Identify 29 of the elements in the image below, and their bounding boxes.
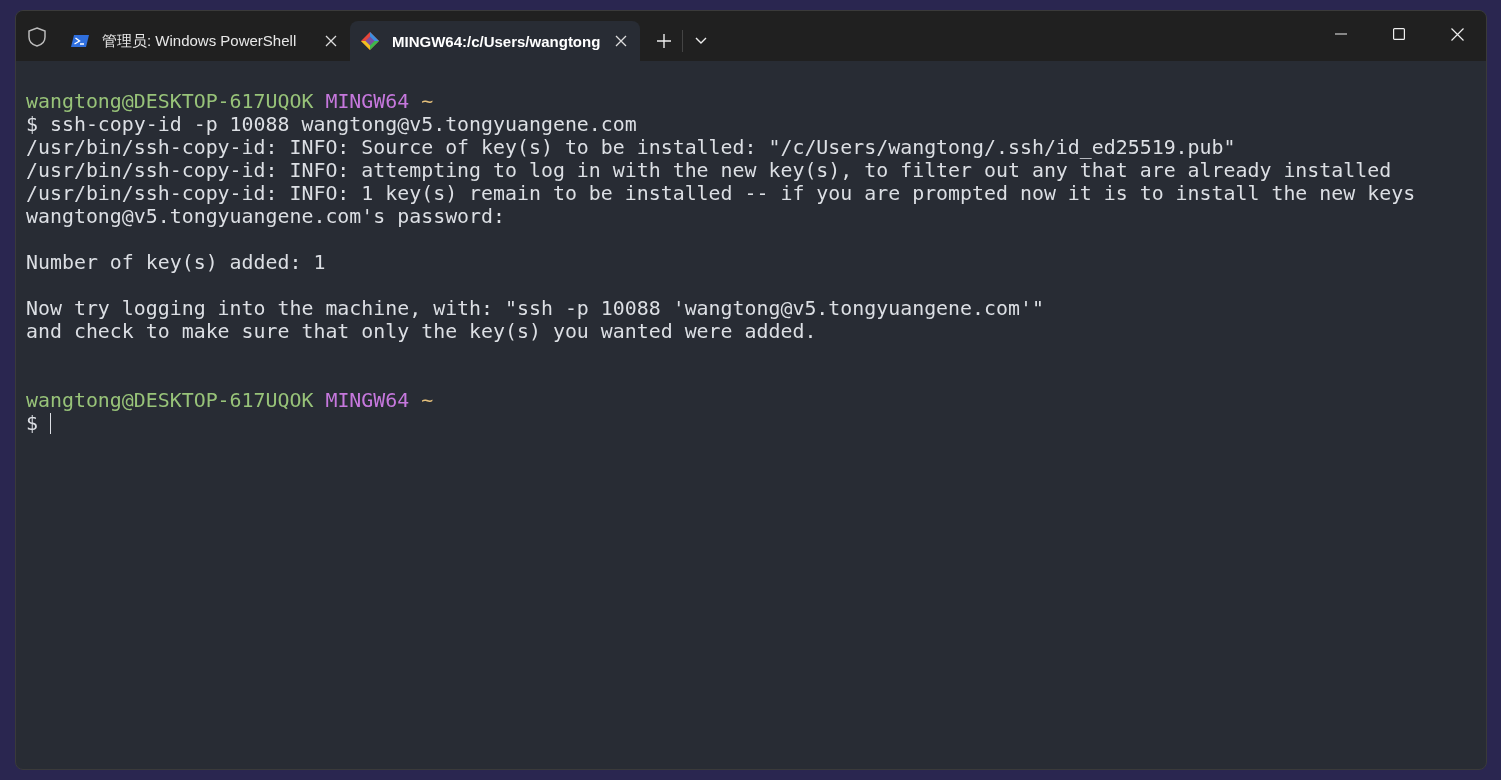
terminal-text: /usr/bin/ssh-copy-id: INFO: Source of key(s) to be installed: "/c/Users/wangtong/.ssh/id_ed25519.pub": [26, 136, 1236, 159]
terminal-text: /usr/bin/ssh-copy-id: INFO: 1 key(s) remain to be installed -- if you are prompted now it is to install the new keys: [26, 182, 1416, 205]
terminal-text: wangtong@DESKTOP-617UQOK: [26, 90, 314, 113]
terminal-text: ~: [421, 90, 434, 113]
terminal-text: MINGW64: [325, 389, 410, 412]
close-icon[interactable]: [614, 34, 628, 48]
tab[interactable]: MINGW64:/c/Users/wangtong: [350, 21, 640, 61]
tab[interactable]: 管理员: Windows PowerShell: [60, 21, 350, 61]
caret-icon: [695, 37, 707, 45]
terminal-text: $ ssh-copy-id -p 10088 wangtong@v5.tongyuangene.com: [26, 113, 637, 136]
terminal-text: Number of key(s) added: 1: [26, 251, 326, 274]
plus-icon: [656, 33, 672, 49]
shield-icon: [26, 26, 48, 48]
close-icon: [1450, 27, 1464, 41]
terminal-text: $: [26, 412, 38, 435]
minimize-icon: [1335, 33, 1347, 35]
tab-title: 管理员: Windows PowerShell: [102, 31, 298, 51]
terminal-text: ~: [421, 389, 434, 412]
terminal-text: wangtong@DESKTOP-617UQOK: [26, 389, 314, 412]
terminal-text: Now try logging into the machine, with: "ssh -p 10088 'wangtong@v5.tongyuangene.com'": [26, 297, 1044, 320]
terminal-text: MINGW64: [325, 90, 410, 113]
tab-title: MINGW64:/c/Users/wangtong: [392, 32, 602, 50]
terminal-text: wangtong@v5.tongyuangene.com's password:: [26, 205, 505, 228]
terminal-text: /usr/bin/ssh-copy-id: INFO: attempting to log in with the new key(s), to filter out any that are already installed: [26, 159, 1392, 182]
close-icon[interactable]: [324, 34, 338, 48]
diamond-logo-icon: [360, 31, 380, 51]
maximize-icon: [1393, 28, 1405, 40]
terminal-text: and check to make sure that only the key(s) you wanted were added.: [26, 320, 817, 343]
text-cursor: [50, 413, 52, 434]
